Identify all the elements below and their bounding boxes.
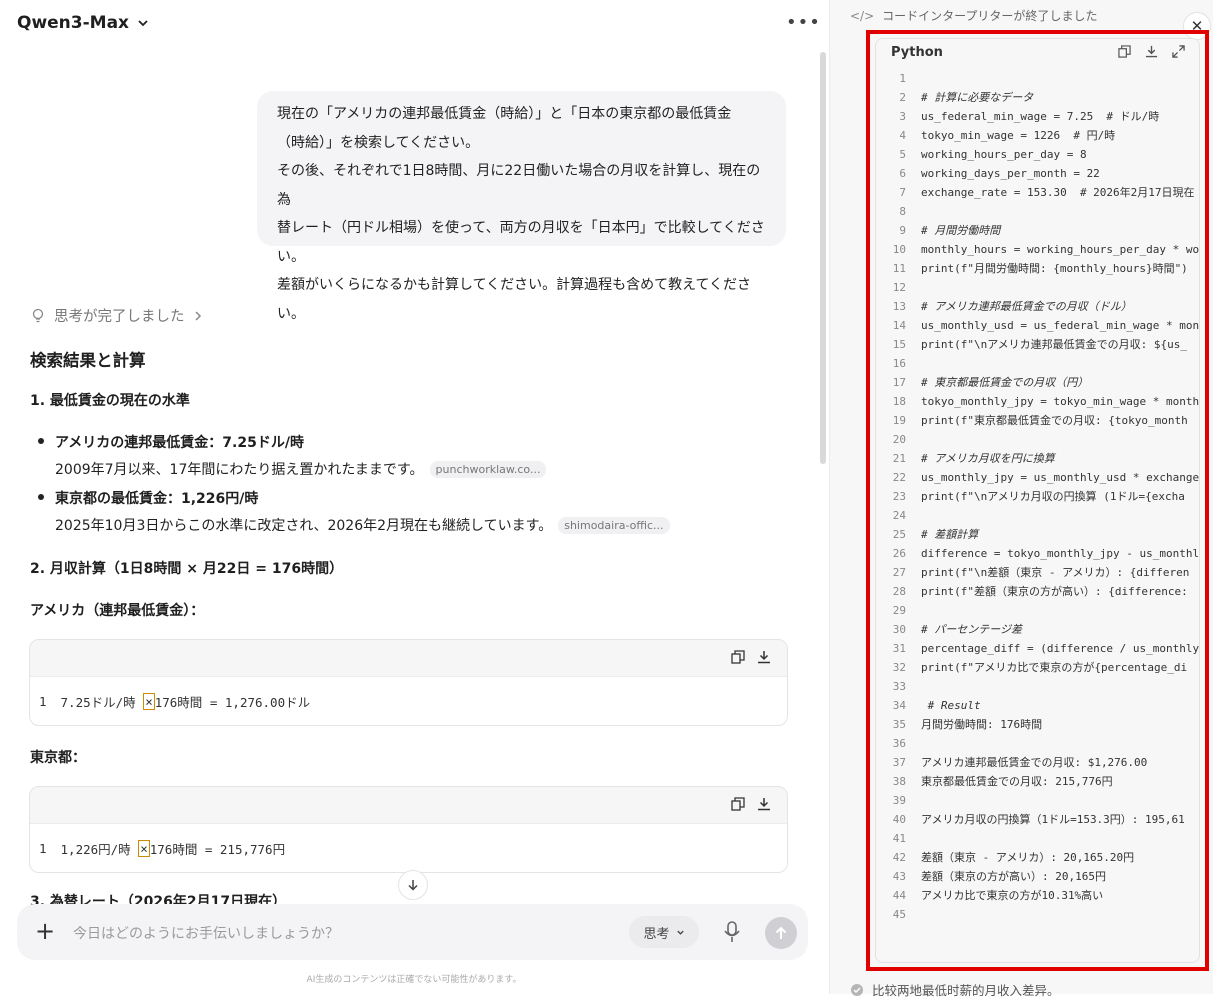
lightbulb-icon	[32, 308, 44, 322]
interpreter-status-text: コードインタープリターが終了しました	[882, 9, 1098, 23]
thinking-toggle[interactable]: 思考が完了しました	[30, 305, 203, 326]
chat-area: Qwen3-Max ••• 現在の「アメリカの連邦最低賃金（時給）」と「日本の東…	[0, 0, 828, 994]
user-message: 現在の「アメリカの連邦最低賃金（時給）」と「日本の東京都の最低賃金 （時給）」を…	[257, 91, 786, 322]
list-item-head: アメリカの連邦最低賃金：7.25ドル/時	[55, 435, 304, 451]
detail-text: 2009年7月以来、17年間にわたり据え置かれたままです。	[55, 462, 424, 478]
plus-icon[interactable]: +	[35, 918, 55, 944]
operator-mark: ×	[143, 692, 155, 710]
list-item: アメリカの連邦最低賃金：7.25ドル/時	[38, 432, 304, 452]
us-label: アメリカ（連邦最低賃金）：	[30, 603, 205, 619]
copy-icon[interactable]	[731, 650, 745, 664]
thinking-mode-button[interactable]: 思考	[629, 916, 699, 948]
tokyo-label: 東京都：	[30, 750, 86, 766]
chevron-down-icon	[676, 930, 684, 935]
code-line: 1 7.25ドル/時 × 176時間 = 1,276.00ドル	[30, 677, 787, 725]
copy-icon[interactable]	[731, 797, 745, 811]
scrollbar[interactable]	[820, 52, 826, 464]
model-selector[interactable]: Qwen3-Max	[17, 13, 149, 33]
list-item-detail: 2025年10月3日からこの水準に改定され、2026年2月現在も継続しています。…	[55, 515, 670, 535]
code-tag-icon: </>	[850, 8, 875, 23]
send-button[interactable]	[765, 917, 797, 949]
section-heading: 1. 最低賃金の現在の水準	[30, 393, 190, 409]
arrow-down-icon	[408, 880, 418, 891]
model-name: Qwen3-Max	[17, 13, 130, 33]
microphone-icon[interactable]	[723, 921, 741, 943]
interpreter-status: </> コードインタープリターが終了しました	[850, 7, 1097, 24]
list-item-detail: 2009年7月以来、17年間にわたり据え置かれたままです。 punchworkl…	[55, 459, 547, 479]
section-heading: 2. 月収計算（1日8時間 × 月22日 = 176時間）	[30, 561, 344, 577]
operator-mark: ×	[138, 839, 150, 857]
detail-text: 2025年10月3日からこの水準に改定され、2026年2月現在も継続しています。	[55, 518, 553, 534]
user-message-line: その後、それぞれで1日8時間、月に22日働いた場合の月収を計算し、現在の為	[277, 163, 761, 208]
arrow-up-icon	[775, 926, 787, 939]
line-number: 1	[39, 840, 47, 856]
line-number: 1	[39, 693, 47, 709]
user-message-line: 差額がいくらになるかも計算してください。計算過程も含めて教えてください。	[277, 277, 752, 322]
thinking-label: 思考が完了しました	[54, 309, 185, 325]
check-circle-icon	[851, 983, 863, 996]
answer-title: 検索結果と計算	[30, 351, 146, 370]
code-block: 1 7.25ドル/時 × 176時間 = 1,276.00ドル	[29, 639, 788, 726]
step-summary-text: 比较两地最低时薪的月收入差异。	[872, 983, 1060, 998]
chat-input[interactable]: 今日はどのようにお手伝いしましょうか？	[73, 923, 339, 943]
code-toolbar	[30, 787, 787, 824]
user-message-line: 現在の「アメリカの連邦最低賃金（時給）」と「日本の東京都の最低賃金	[277, 106, 732, 122]
bullet	[38, 494, 44, 500]
more-options-icon[interactable]: •••	[786, 12, 821, 33]
disclaimer: AI生成のコンテンツは正確でない可能性があります。	[306, 975, 522, 985]
download-icon[interactable]	[757, 650, 771, 664]
list-item-head: 東京都の最低賃金：1,226円/時	[55, 491, 259, 507]
code-text: 7.25ドル/時	[60, 694, 136, 710]
download-icon[interactable]	[757, 797, 771, 811]
chevron-right-icon	[194, 310, 201, 321]
code-block: 1 1,226円/時 × 176時間 = 215,776円	[29, 786, 788, 873]
code-line: 1 1,226円/時 × 176時間 = 215,776円	[30, 824, 787, 872]
chat-input-bar: + 今日はどのようにお手伝いしましょうか？ 思考	[17, 904, 808, 960]
code-text: 176時間 = 215,776円	[149, 841, 286, 857]
code-text: 1,226円/時	[60, 841, 131, 857]
source-chip[interactable]: shimodaira-offic...	[558, 516, 670, 534]
thinking-mode-label: 思考	[643, 926, 670, 942]
code-toolbar	[30, 640, 787, 677]
step-summary: 比较两地最低时薪的月收入差异。	[850, 980, 1060, 999]
chevron-down-icon	[138, 20, 148, 27]
highlight-frame	[866, 30, 1209, 971]
user-message-line: 替レート（円ドル相場）を使って、両方の月収を「日本円」で比較してください。	[277, 220, 765, 265]
code-text: 176時間 = 1,276.00ドル	[154, 694, 311, 710]
list-item: 東京都の最低賃金：1,226円/時	[38, 488, 258, 508]
user-message-line: （時給）」を検索してください。	[277, 134, 480, 151]
scroll-down-button[interactable]	[398, 870, 428, 900]
bullet	[38, 438, 44, 444]
source-chip[interactable]: punchworklaw.co...	[429, 460, 547, 478]
